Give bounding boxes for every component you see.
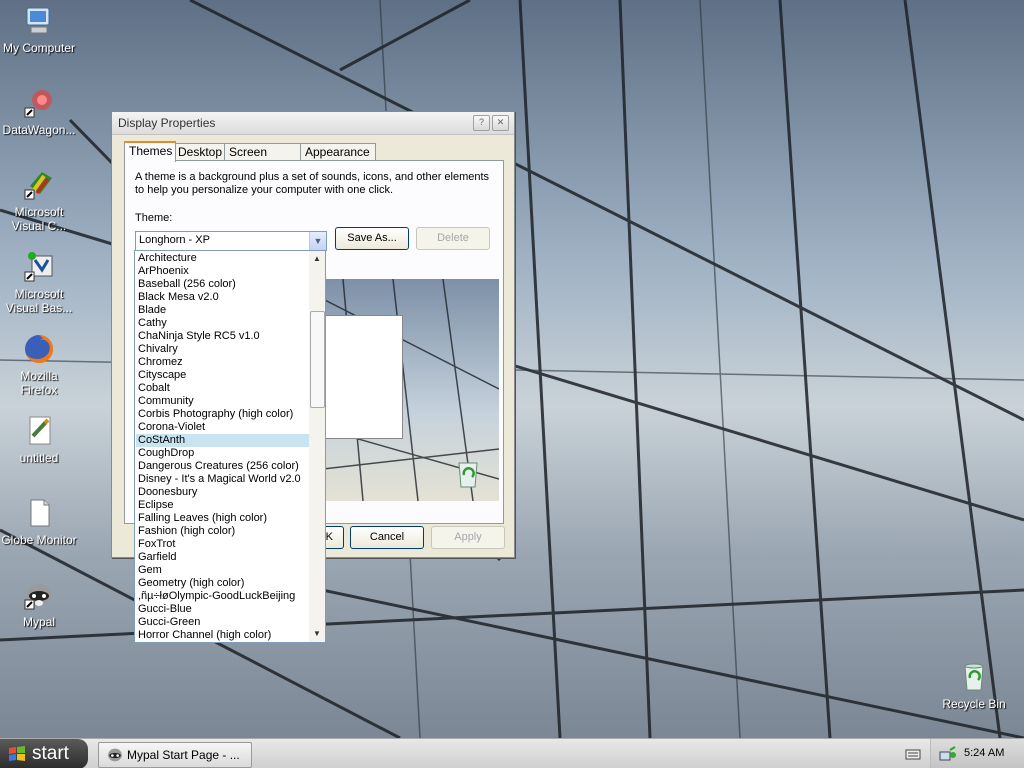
scrollbar-thumb[interactable] bbox=[310, 311, 325, 408]
desktop-icon-label: Mozilla Firefox bbox=[20, 369, 58, 397]
keyboard-icon[interactable] bbox=[905, 747, 921, 761]
window-title: Display Properties bbox=[118, 116, 216, 130]
desktop-icon-recycle-bin[interactable]: Recycle Bin bbox=[936, 660, 1012, 711]
desktop-icon-my-computer[interactable]: My Computer bbox=[1, 4, 77, 55]
dropdown-item[interactable]: Gucci-Green bbox=[136, 616, 309, 629]
dropdown-item[interactable]: Black Mesa v2.0 bbox=[136, 291, 309, 304]
desktop-icon-globe-monitor[interactable]: Globe Monitor bbox=[1, 496, 77, 547]
desktop-icon-label: DataWagon... bbox=[2, 123, 76, 137]
dropdown-item[interactable]: Disney - It's a Magical World v2.0 bbox=[136, 473, 309, 486]
dropdown-item[interactable]: Cityscape bbox=[136, 369, 309, 382]
dropdown-item[interactable]: Gem bbox=[136, 564, 309, 577]
theme-description: A theme is a background plus a set of so… bbox=[135, 171, 490, 196]
datawagon-shortcut-icon bbox=[22, 86, 56, 120]
title-bar[interactable]: Display Properties ? ✕ bbox=[112, 112, 514, 135]
save-as-button[interactable]: Save As... bbox=[335, 227, 409, 250]
desktop-icon-firefox[interactable]: Mozilla Firefox bbox=[1, 332, 77, 397]
desktop-icon-untitled[interactable]: untitled bbox=[1, 414, 77, 465]
dropdown-item[interactable]: ,ñµ÷łøOlympic-GoodLuckBeijing bbox=[136, 590, 309, 603]
firefox-icon bbox=[22, 332, 56, 366]
my-computer-icon bbox=[22, 4, 56, 38]
scroll-up-icon[interactable]: ▲ bbox=[309, 252, 325, 266]
text-document-icon bbox=[22, 414, 56, 448]
clock: 5:24 AM bbox=[964, 747, 1005, 759]
dropdown-item[interactable]: CoStAnth bbox=[136, 434, 309, 447]
dropdown-item[interactable]: ArPhoenix bbox=[136, 265, 309, 278]
dropdown-item[interactable]: Cobalt bbox=[136, 382, 309, 395]
dropdown-item[interactable]: Fashion (high color) bbox=[136, 525, 309, 538]
recycle-bin-icon bbox=[957, 660, 991, 694]
tab-desktop[interactable]: Desktop bbox=[173, 143, 229, 160]
desktop-icon-label: My Computer bbox=[2, 41, 76, 55]
dropdown-item[interactable]: Corona-Violet bbox=[136, 421, 309, 434]
start-button[interactable]: start bbox=[0, 739, 88, 768]
taskbar: start Mypal Start Page - ... 5:24 AM bbox=[0, 738, 1024, 768]
dropdown-scrollbar[interactable]: ▲ ▼ bbox=[309, 251, 325, 642]
delete-button[interactable]: Delete bbox=[416, 227, 490, 250]
scroll-down-icon[interactable]: ▼ bbox=[309, 627, 325, 641]
tab-appearance[interactable]: Appearance bbox=[300, 143, 376, 160]
theme-dropdown-list[interactable]: Architecture ArPhoenix Baseball (256 color… bbox=[134, 250, 326, 643]
desktop-icon-label: Recycle Bin bbox=[942, 697, 1006, 711]
desktop-icon-label: Mypal bbox=[22, 615, 55, 629]
visual-c-shortcut-icon bbox=[22, 168, 56, 202]
recycle-bin-icon bbox=[458, 462, 478, 488]
dropdown-item[interactable]: Corbis Photography (high color) bbox=[136, 408, 309, 421]
desktop-icon-mypal[interactable]: Mypal bbox=[1, 578, 77, 629]
dropdown-item[interactable]: Baseball (256 color) bbox=[136, 278, 309, 291]
desktop-icon-label: Globe Monitor bbox=[1, 533, 77, 547]
theme-select[interactable]: Longhorn - XP ▼ bbox=[135, 231, 327, 251]
dropdown-item[interactable]: Falling Leaves (high color) bbox=[136, 512, 309, 525]
preview-window bbox=[323, 315, 403, 439]
windows-logo-icon bbox=[9, 746, 25, 761]
dropdown-item[interactable]: Doonesbury bbox=[136, 486, 309, 499]
theme-select-value: Longhorn - XP bbox=[139, 234, 210, 246]
dropdown-item[interactable]: Architecture bbox=[136, 252, 309, 265]
close-button[interactable]: ✕ bbox=[492, 115, 509, 131]
dropdown-item[interactable]: Chromez bbox=[136, 356, 309, 369]
file-icon bbox=[22, 496, 56, 530]
tab-themes[interactable]: Themes bbox=[124, 141, 176, 162]
dropdown-item[interactable]: Garfield bbox=[136, 551, 309, 564]
dropdown-item[interactable]: Horror Channel (high color) bbox=[136, 629, 309, 642]
dropdown-item[interactable]: Dangerous Creatures (256 color) bbox=[136, 460, 309, 473]
dropdown-item[interactable]: Eclipse bbox=[136, 499, 309, 512]
taskbar-item-label: Mypal Start Page - ... bbox=[127, 748, 240, 762]
theme-label: Theme: bbox=[135, 212, 173, 224]
theme-preview bbox=[323, 279, 499, 501]
dropdown-item[interactable]: Community bbox=[136, 395, 309, 408]
network-icon[interactable] bbox=[939, 746, 957, 762]
desktop-icon-label: untitled bbox=[19, 451, 59, 465]
dropdown-item[interactable]: Blade bbox=[136, 304, 309, 317]
mypal-raccoon-icon bbox=[22, 578, 56, 612]
dropdown-item[interactable]: FoxTrot bbox=[136, 538, 309, 551]
visual-basic-shortcut-icon bbox=[22, 250, 56, 284]
desktop: My Computer DataWagon... Microsoft Visua… bbox=[0, 0, 1024, 738]
dropdown-item[interactable]: CoughDrop bbox=[136, 447, 309, 460]
desktop-icon-label: Microsoft Visual C... bbox=[11, 205, 67, 233]
tab-screen-saver[interactable]: Screen Saver bbox=[224, 143, 305, 175]
mypal-raccoon-icon bbox=[108, 748, 122, 762]
dropdown-item[interactable]: Gucci-Blue bbox=[136, 603, 309, 616]
desktop-icon-datawagon[interactable]: DataWagon... bbox=[1, 86, 77, 137]
desktop-icon-visual-c[interactable]: Microsoft Visual C... bbox=[1, 168, 77, 233]
dropdown-item[interactable]: ChaNinja Style RC5 v1.0 bbox=[136, 330, 309, 343]
apply-button[interactable]: Apply bbox=[431, 526, 505, 549]
desktop-icon-label: Microsoft Visual Bas... bbox=[5, 287, 73, 315]
help-button[interactable]: ? bbox=[473, 115, 490, 131]
dropdown-item[interactable]: Geometry (high color) bbox=[136, 577, 309, 590]
taskbar-item-mypal[interactable]: Mypal Start Page - ... bbox=[98, 742, 252, 768]
dropdown-item[interactable]: Cathy bbox=[136, 317, 309, 330]
dropdown-item[interactable]: Chivalry bbox=[136, 343, 309, 356]
chevron-down-icon[interactable]: ▼ bbox=[309, 232, 326, 250]
start-label: start bbox=[32, 743, 69, 764]
cancel-button[interactable]: Cancel bbox=[350, 526, 424, 549]
desktop-icon-visual-basic[interactable]: Microsoft Visual Bas... bbox=[1, 250, 77, 315]
